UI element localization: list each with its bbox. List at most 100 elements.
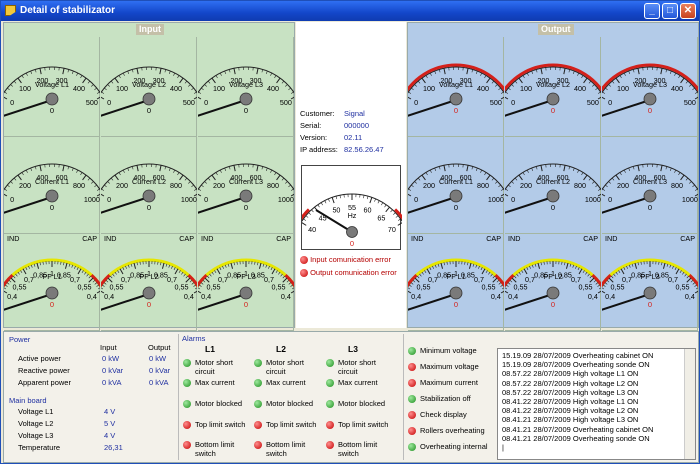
gauge-tick xyxy=(87,80,91,84)
gauge-tick xyxy=(628,70,631,74)
gauge-voltage-l1: 0 100 200 300 400 500 Voltage L1 0 xyxy=(4,37,100,137)
gauge-tick-label: 100 xyxy=(423,84,435,93)
gauge-tick xyxy=(8,279,12,283)
gauge-tick-label: 0,4 xyxy=(605,292,615,301)
gauge-tick xyxy=(171,265,173,269)
gauge-tick-label: 0,4 xyxy=(411,292,421,301)
power-row-input: 0 kVA xyxy=(102,378,122,387)
gauge-tick-label: 0,55 xyxy=(175,282,189,291)
gauge-tick xyxy=(4,193,8,197)
gauge-hub xyxy=(45,92,59,106)
gauge-tick xyxy=(184,80,188,84)
gauge-tick xyxy=(694,188,698,191)
title-bar[interactable]: Detail of stabilizator _ □ ✕ xyxy=(1,1,699,21)
alarm-col-header: L1 xyxy=(205,344,215,354)
gauge-label: PF L3 xyxy=(236,272,255,281)
gauge-tick xyxy=(585,271,588,275)
gauge-tick xyxy=(588,177,592,181)
gauge-tick-label: 200 xyxy=(213,181,225,190)
gauge-tick xyxy=(472,263,475,267)
gauge-tick-label: 100 xyxy=(617,84,629,93)
gauge-label: Current L2 xyxy=(132,177,166,186)
gauge-tick xyxy=(74,265,76,269)
gauge-tick xyxy=(63,262,65,266)
gauge-tick xyxy=(662,262,666,269)
gauge-tick xyxy=(94,184,97,188)
gauge-tick xyxy=(496,279,500,283)
gauge-tick xyxy=(209,273,212,277)
gauge-tick xyxy=(207,80,211,84)
gauge-cap-label: CAP xyxy=(680,234,695,243)
hz-tick xyxy=(300,221,307,226)
gauge-tick xyxy=(498,87,501,91)
gauge-tick xyxy=(71,264,74,268)
maximize-button[interactable]: □ xyxy=(662,3,678,19)
gauge-tick xyxy=(509,279,513,283)
alarm-led-icon xyxy=(254,359,262,367)
frequency-gauge: 40 45 50 55 60 65 70 Hz 0 xyxy=(298,165,406,250)
gauge-tick-label: 500 xyxy=(684,98,696,107)
gauge-tick xyxy=(597,91,601,94)
gauge-tick xyxy=(412,279,416,283)
gauge-tick xyxy=(500,188,504,191)
gauge-tick xyxy=(507,282,511,285)
alarm-led-icon xyxy=(254,379,262,387)
device-info-panel: Customer: Signal Serial: 000000 Version: 02… xyxy=(296,22,406,328)
gauge-tick xyxy=(669,264,672,268)
gauge-tick xyxy=(10,84,13,87)
minimize-button[interactable]: _ xyxy=(644,3,660,19)
power-row-output: 0 kVA xyxy=(149,378,169,387)
hz-tick-label: 50 xyxy=(332,206,340,215)
gauge-tick xyxy=(290,290,294,294)
gauge-label: PF L2 xyxy=(139,272,158,281)
gauge-tick xyxy=(215,75,218,79)
general-alarm-text: Maximum voltage xyxy=(420,362,479,371)
gauge-tick xyxy=(71,70,74,74)
alarm-text: Bottom limit switch xyxy=(338,440,378,458)
gauge-tick xyxy=(518,77,523,84)
gauge-tick-label: 0 xyxy=(107,195,111,204)
gauge-tick-label: 200 xyxy=(520,181,532,190)
gauge-tick xyxy=(101,284,105,287)
event-log[interactable]: 15.19.09 28/07/2009 Overheating cabinet … xyxy=(497,348,696,460)
gauge-tick xyxy=(511,181,514,184)
gauge-tick xyxy=(424,270,427,274)
gauge-tick-label: 1000 xyxy=(682,195,698,204)
gauge-tick xyxy=(13,80,17,84)
gauge-tick xyxy=(523,268,528,275)
hz-tick xyxy=(397,221,404,226)
gauge-voltage-l1: 0 100 200 300 400 500 Voltage L1 0 xyxy=(408,37,504,137)
gauge-tick xyxy=(514,80,518,84)
customer-label: Customer: xyxy=(300,109,335,118)
gauge-pf-high-band xyxy=(90,274,100,288)
gauge-tick xyxy=(181,271,184,275)
gauge-tick xyxy=(211,77,216,84)
gauge-tick-label: 500 xyxy=(280,98,292,107)
event-log-scrollbar[interactable] xyxy=(684,349,695,459)
gauge-value: 0 xyxy=(454,106,458,115)
gauge-tick xyxy=(274,172,277,176)
gauge-tick xyxy=(491,80,495,84)
alarm-led-icon xyxy=(254,441,262,449)
gauge-tick xyxy=(174,268,179,275)
gauge-tick xyxy=(271,268,276,275)
gauge-tick-label: 0 xyxy=(511,195,515,204)
gauge-tick xyxy=(275,270,278,274)
gauge-tick xyxy=(114,77,119,84)
gauge-tick xyxy=(592,84,595,87)
gauge-tick xyxy=(125,265,127,269)
gauge-pf-low-band xyxy=(198,274,208,288)
gauge-tick-label: 800 xyxy=(477,181,489,190)
alarm-text: Motor short circuit xyxy=(195,358,233,376)
gauge-tick-label: 0 xyxy=(608,195,612,204)
close-button[interactable]: ✕ xyxy=(680,3,696,19)
gauge-tick xyxy=(505,96,509,100)
gauge-tick xyxy=(608,84,611,87)
gauge-tick xyxy=(97,287,100,290)
gauge-value: 0 xyxy=(454,203,458,212)
gauge-value: 0 xyxy=(648,106,652,115)
gauge-tick xyxy=(602,96,606,100)
alarm-text: Top limit switch xyxy=(338,420,389,429)
gauge-tick xyxy=(531,264,534,268)
hz-tick xyxy=(317,204,320,208)
